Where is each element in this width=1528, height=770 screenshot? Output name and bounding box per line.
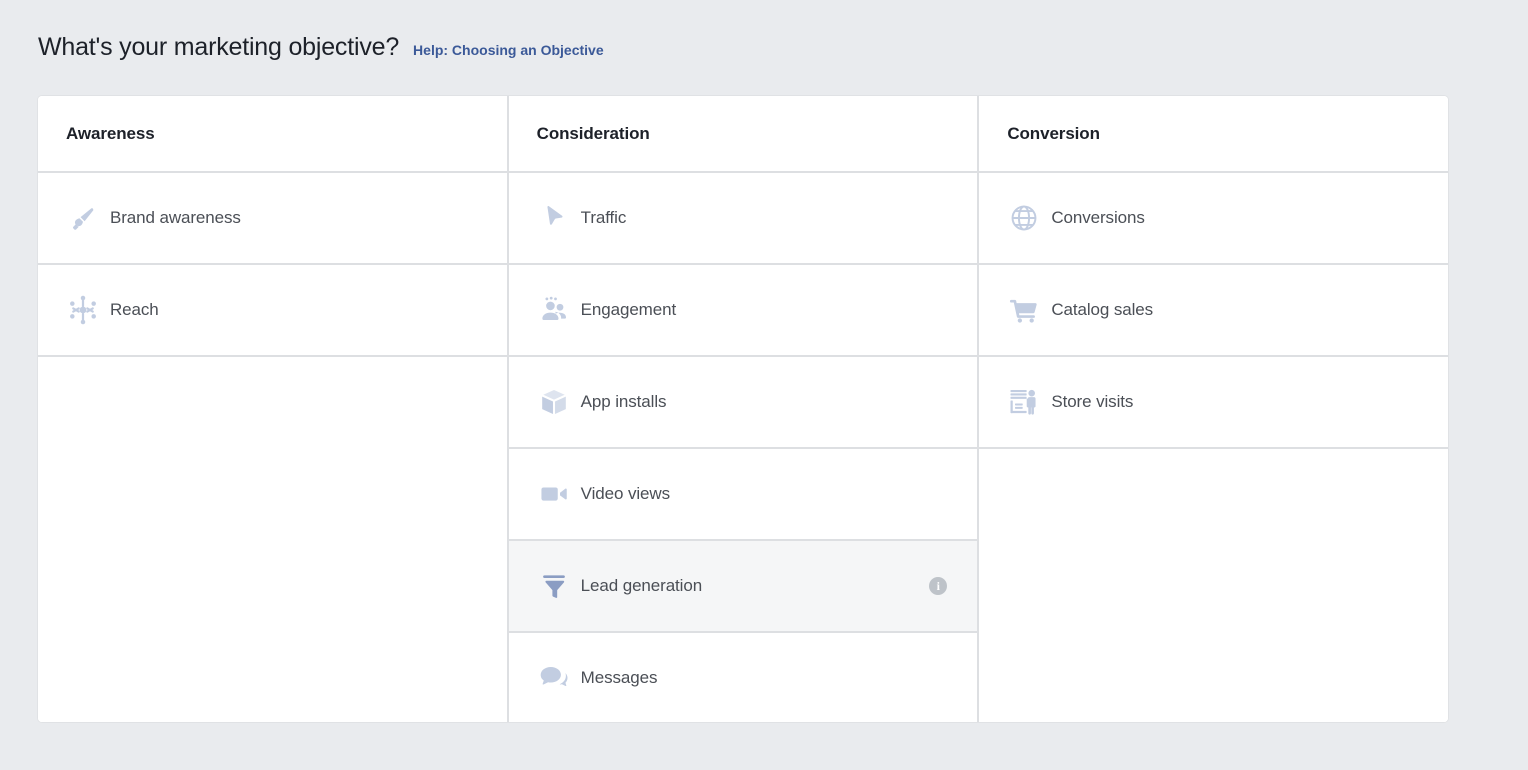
objective-column-conversion: Conversion Conversions Catalog sales Store … [979,96,1448,722]
objective-row-label: Messages [580,668,658,687]
column-header-label: Consideration [536,123,650,143]
objective-row-brand-awareness[interactable]: Brand awareness [38,173,507,265]
objective-row-messages[interactable]: Messages [508,633,978,722]
objective-row-conversions[interactable]: Conversions [979,173,1448,265]
objective-row-app-installs[interactable]: App installs [508,357,978,449]
shopping-cart-icon [1007,293,1041,327]
objective-row-label: Engagement [580,300,677,319]
objective-row-catalog-sales[interactable]: Catalog sales [979,265,1448,357]
objective-row-reach[interactable]: Reach [38,265,507,357]
column-header: Conversion [979,96,1448,173]
objective-row-label: Conversions [1051,208,1145,227]
cursor-arrow-icon [537,201,571,235]
objective-row-label: App installs [580,392,667,411]
objective-row-label: Store visits [1051,392,1134,411]
objective-row-label: Brand awareness [110,208,241,227]
help-choosing-objective-link[interactable]: Help: Choosing an Objective [413,41,604,59]
column-header: Consideration [508,96,978,173]
objective-column-consideration: Consideration Traffic Engagement App instal… [508,96,980,722]
objective-row-store-visits[interactable]: Store visits [979,357,1448,449]
globe-icon [1007,201,1041,235]
objective-row-label: Catalog sales [1051,300,1154,319]
column-body: Conversions Catalog sales Store visits [979,173,1448,722]
marketing-objective-page: What's your marketing objective? Help: C… [0,0,1528,770]
objective-row-label: Traffic [580,208,627,227]
box-3d-icon [537,385,571,419]
column-empty-space [979,449,1448,722]
people-group-icon [537,293,571,327]
megaphone-icon [66,201,100,235]
page-header: What's your marketing objective? Help: C… [38,32,604,62]
objective-row-video-views[interactable]: Video views [508,449,978,541]
objective-row-lead-generation[interactable]: Lead generation i [508,541,978,633]
column-header-label: Conversion [1007,123,1100,143]
objective-column-awareness: Awareness Brand awareness Reach [38,96,509,722]
objectives-card: Awareness Brand awareness Reach Considerati… [38,96,1448,722]
column-body: Brand awareness Reach [38,173,507,722]
chat-bubbles-icon [537,661,571,695]
video-camera-icon [537,477,571,511]
column-empty-space [38,357,507,722]
storefront-icon [1007,385,1041,419]
objective-row-label: Video views [580,484,670,503]
funnel-icon [537,569,571,603]
column-header: Awareness [38,96,507,173]
column-body: Traffic Engagement App installs Video views… [508,173,978,722]
info-icon[interactable]: i [929,577,948,595]
objective-row-traffic[interactable]: Traffic [508,173,978,265]
page-title: What's your marketing objective? [38,33,400,61]
objective-row-engagement[interactable]: Engagement [508,265,978,357]
objective-row-label: Lead generation [580,576,703,595]
objective-row-label: Reach [110,300,159,319]
reach-hub-icon [66,293,100,327]
column-header-label: Awareness [66,123,155,143]
